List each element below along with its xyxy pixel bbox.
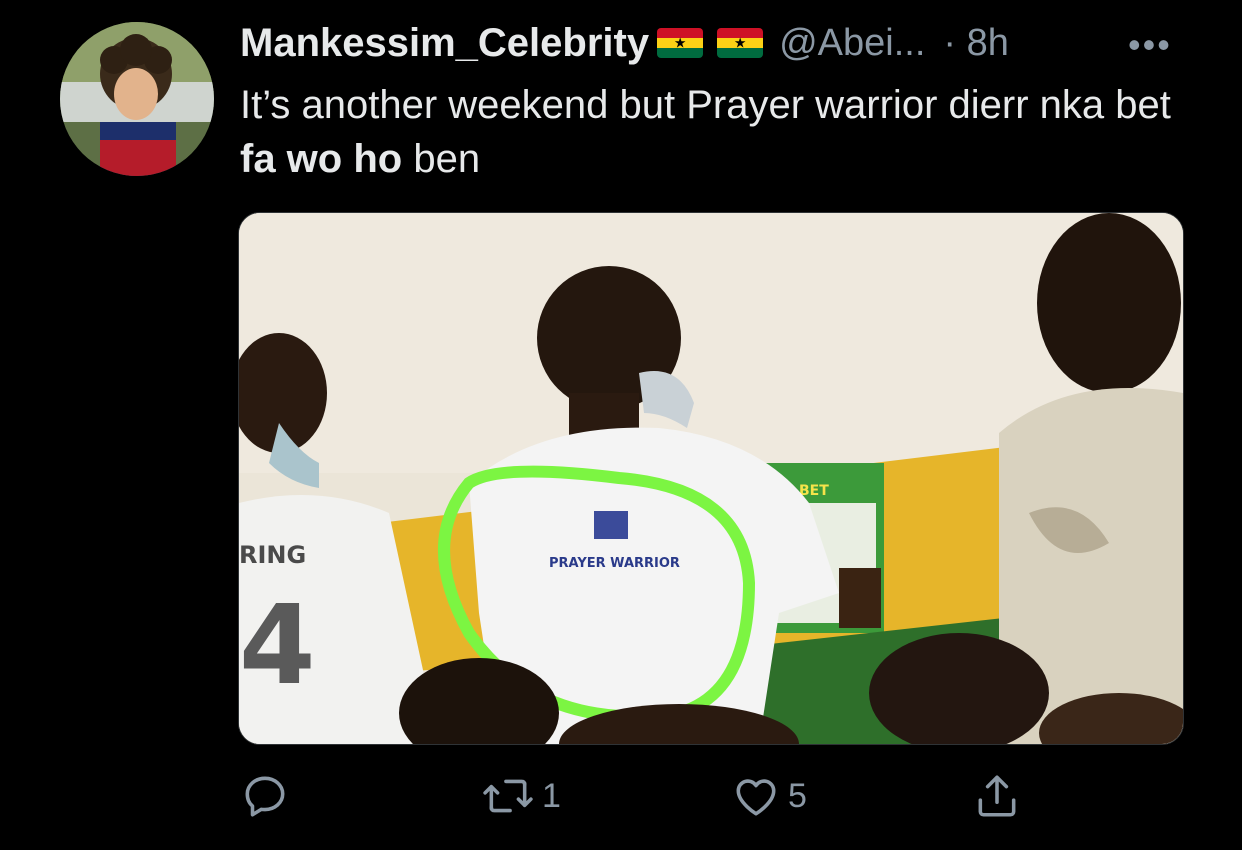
tweet-timestamp[interactable]: · 8h <box>943 22 1008 65</box>
share-button[interactable] <box>972 768 1028 824</box>
tweet-text-bold: fa wo ho <box>240 137 403 181</box>
tweet-actions: 1 5 <box>0 768 1242 824</box>
heart-icon <box>736 779 776 816</box>
tweet-media[interactable]: BET RING 4 PRAYER WARRIOR <box>238 212 1184 745</box>
tweet-text: It’s another weekend but Prayer warrior … <box>240 78 1200 186</box>
shirt-center-text: PRAYER WARRIOR <box>549 556 680 571</box>
left-shirt-text: RING <box>239 541 306 569</box>
author-handle[interactable]: @Abei... <box>779 22 925 65</box>
like-button[interactable]: 5 <box>730 768 807 824</box>
left-shirt-number: 4 <box>239 581 316 709</box>
retweet-button[interactable]: 1 <box>480 768 561 824</box>
tweet[interactable]: Mankessim_Celebrity ★ ★ @Abei... · 8h ••… <box>0 0 1242 850</box>
ghana-flag-icon: ★ <box>657 28 704 58</box>
reply-button[interactable] <box>240 768 296 824</box>
ghana-flag-icon: ★ <box>717 28 764 58</box>
retweet-icon <box>483 779 533 813</box>
like-count: 5 <box>788 776 807 815</box>
tweet-text-part: It’s another weekend but Prayer warrior … <box>240 83 1171 127</box>
avatar[interactable] <box>60 22 214 176</box>
retweet-count: 1 <box>542 776 561 815</box>
share-icon <box>978 775 1016 817</box>
avatar-image <box>60 22 214 176</box>
more-options-icon[interactable]: ••• <box>1128 24 1172 66</box>
reply-icon <box>245 776 285 817</box>
tweet-text-part: ben <box>402 137 481 181</box>
media-photo: BET RING 4 PRAYER WARRIOR <box>239 213 1183 744</box>
author-name[interactable]: Mankessim_Celebrity <box>240 21 649 66</box>
tweet-header: Mankessim_Celebrity ★ ★ @Abei... · 8h <box>240 18 1009 68</box>
